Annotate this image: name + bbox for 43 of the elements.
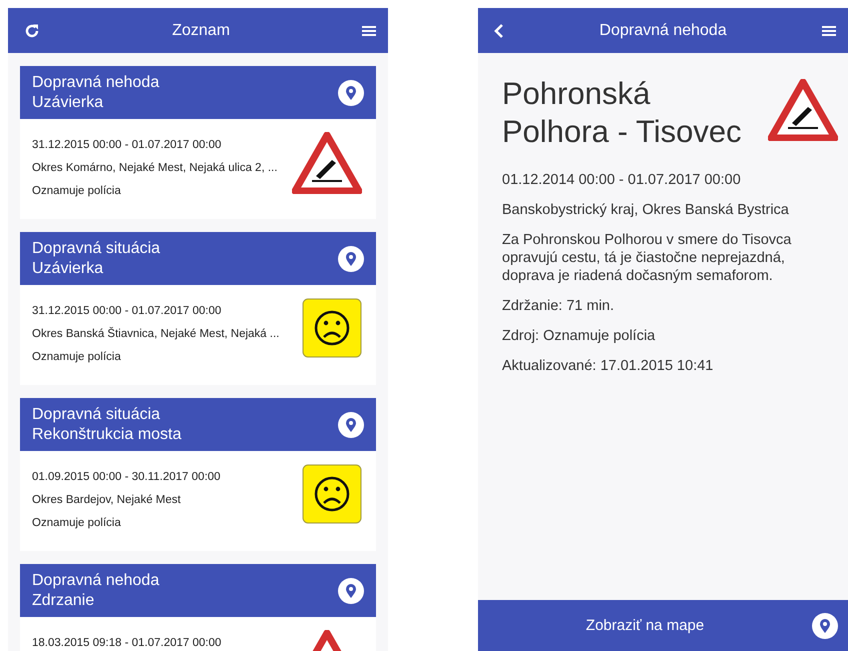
incident-detail: Za Pohronskou Polhorou v smere do Tisovca opravujú cestu, tá je čiastočne neprejazdná, doprava je riadená dočasným semaforom.	[502, 231, 792, 285]
incident-title: Pohronská Polhora - Tisovec	[502, 75, 742, 151]
incident-type: Zdrzanie	[32, 590, 96, 610]
incident-detail: Oznamuje polícia	[32, 184, 122, 199]
incident-category: Dopravná situácia	[32, 404, 162, 424]
incident-card[interactable]: Dopravná situácia Rekonštrukcia mosta 01.09.2015 00:00 - 30.11.2017 00:00 Okres Bardejov, Nejaké Mest Oznamuje polícia	[20, 398, 376, 551]
screen-title: Zoznam	[171, 22, 231, 40]
incident-category: Dopravná nehoda	[32, 72, 160, 92]
incident-detail: Okres Banská Štiavnica, Nejaké Mest, Nejaká ...	[32, 326, 280, 342]
menu-icon[interactable]	[362, 24, 376, 36]
incident-detail: 31.12.2015 00:00 - 01.07.2017 00:00	[32, 138, 222, 153]
incident-detail: Zdržanie: 71 min.	[502, 297, 616, 315]
incident-detail: Okres Bardejov, Nejaké Mest	[32, 493, 182, 508]
incident-category: Dopravná situácia	[32, 238, 162, 258]
map-pin-icon[interactable]	[338, 246, 364, 272]
incident-type: Rekonštrukcia mosta	[32, 424, 182, 444]
incident-detail: 01.12.2014 00:00 - 01.07.2017 00:00	[502, 171, 742, 189]
incident-detail: Oznamuje polícia	[32, 350, 122, 365]
map-pin-icon[interactable]	[338, 80, 364, 106]
incident-card[interactable]: Dopravná situácia Uzávierka 31.12.2015 00:00 - 01.07.2017 00:00 Okres Banská Štiavnica, Nejaké Mest, Nejaká ... Oznamuje polícia	[20, 232, 376, 385]
map-pin-icon	[812, 612, 838, 638]
back-icon[interactable]	[494, 24, 504, 38]
incident-detail: Zdroj: Oznamuje polícia	[502, 327, 656, 345]
incident-detail: Okres Komárno, Nejaké Mest, Nejaká ulica 2, ...	[32, 161, 278, 176]
incident-card[interactable]: Dopravná nehoda Uzávierka 31.12.2015 00:00 - 01.07.2017 00:00 Okres Komárno, Nejaké Mest, Nejaká ulica 2, ... Oznamuje polícia	[20, 66, 376, 219]
incident-detail: 31.12.2015 00:00 - 01.07.2017 00:00	[32, 304, 222, 319]
incident-detail: Banskobystrický kraj, Okres Banská Bystrica	[502, 201, 790, 219]
incident-detail: 01.09.2015 00:00 - 30.11.2017 00:00	[32, 470, 222, 485]
screen-title: Dopravná nehoda	[598, 22, 728, 40]
map-pin-icon[interactable]	[338, 578, 364, 604]
incident-detail: Oznamuje polícia	[32, 516, 122, 531]
menu-icon[interactable]	[822, 24, 836, 36]
incident-category: Dopravná nehoda	[32, 570, 160, 590]
map-pin-icon[interactable]	[338, 412, 364, 438]
show-on-map-button[interactable]: Zobraziť na mape	[478, 600, 848, 651]
incident-type: Uzávierka	[32, 92, 104, 112]
incident-card[interactable]: Dopravná nehoda Zdrzanie 18.03.2015 09:18 - 01.07.2017 00:00	[20, 564, 376, 651]
incident-detail: 18.03.2015 09:18 - 01.07.2017 00:00	[32, 636, 222, 651]
incident-type: Uzávierka	[32, 258, 104, 278]
refresh-icon[interactable]	[24, 22, 40, 38]
sad-face-icon	[302, 464, 362, 524]
sad-face-icon	[302, 298, 362, 358]
incident-detail: Aktualizované: 17.01.2015 10:41	[502, 357, 714, 375]
